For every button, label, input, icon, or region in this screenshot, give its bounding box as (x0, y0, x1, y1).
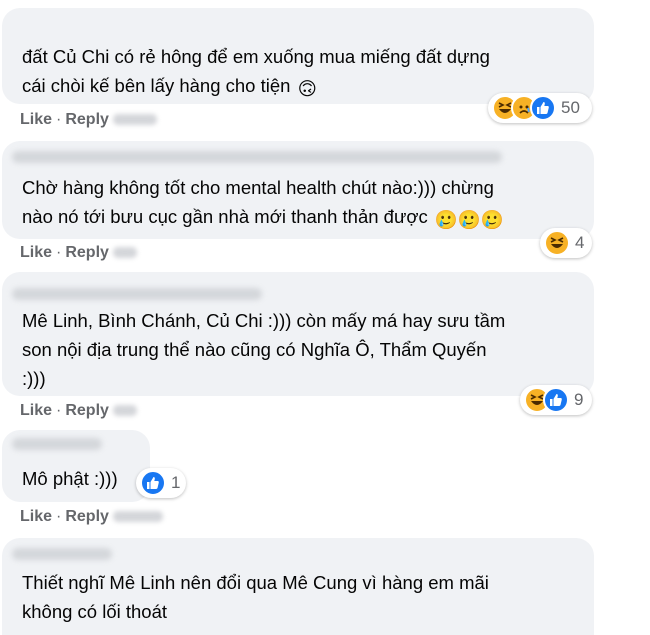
reaction-summary[interactable]: 4 (540, 228, 592, 258)
timestamp-blurred[interactable] (112, 405, 137, 417)
smiling-face-with-tear-emoji: 🥲🥲🥲 (434, 209, 504, 230)
comment-text: đất Củ Chi có rẻ hông để em xuống mua mi… (22, 42, 490, 103)
comment-actions: Like · Reply (20, 244, 137, 262)
haha-icon (544, 230, 570, 256)
comment-bubble: Thiết nghĩ Mê Linh nên đổi qua Mê Cung v… (2, 538, 594, 635)
author-name-blurred[interactable] (12, 548, 112, 560)
timestamp-blurred[interactable] (112, 511, 163, 523)
comment-bubble: đất Củ Chi có rẻ hông để em xuống mua mi… (2, 8, 594, 104)
reaction-count: 4 (575, 233, 585, 252)
timestamp-blurred[interactable] (112, 114, 157, 126)
like-icon (543, 387, 569, 413)
reaction-summary[interactable]: 50 (488, 93, 592, 123)
like-button[interactable]: Like (20, 402, 52, 419)
upside-down-face-emoji: 🙃 (297, 78, 317, 99)
author-name-blurred[interactable] (12, 438, 102, 450)
comment-text: Thiết nghĩ Mê Linh nên đổi qua Mê Cung v… (22, 572, 489, 622)
like-button[interactable]: Like (20, 244, 52, 261)
like-button[interactable]: Like (20, 508, 52, 525)
like-icon (140, 470, 166, 496)
comment-text: Mô phật :))) (22, 468, 118, 489)
author-name-blurred[interactable] (12, 151, 502, 163)
reaction-summary[interactable]: 9 (520, 385, 592, 415)
comment-text: Mê Linh, Bình Chánh, Củ Chi :))) còn mấy… (22, 310, 506, 389)
reaction-summary[interactable]: 1 (136, 468, 186, 498)
reaction-count: 9 (574, 390, 584, 409)
timestamp-blurred[interactable] (112, 247, 137, 259)
comment-bubble: Chờ hàng không tốt cho mental health chú… (2, 141, 594, 239)
comment-bubble: Mô phật :))) (2, 430, 150, 502)
reply-button[interactable]: Reply (65, 111, 109, 128)
reaction-count: 50 (561, 98, 580, 117)
reply-button[interactable]: Reply (65, 508, 109, 525)
like-button[interactable]: Like (20, 111, 52, 128)
reply-button[interactable]: Reply (65, 402, 109, 419)
reaction-count: 1 (171, 473, 181, 492)
comment-bubble: Mê Linh, Bình Chánh, Củ Chi :))) còn mấy… (2, 272, 594, 396)
like-icon (530, 95, 556, 121)
reply-button[interactable]: Reply (65, 244, 109, 261)
comment-actions: Like · Reply (20, 111, 157, 129)
comment-actions: Like · Reply (20, 508, 163, 526)
comment-actions: Like · Reply (20, 402, 137, 420)
comment-text: Chờ hàng không tốt cho mental health chú… (22, 173, 504, 234)
author-name-blurred[interactable] (12, 288, 262, 300)
